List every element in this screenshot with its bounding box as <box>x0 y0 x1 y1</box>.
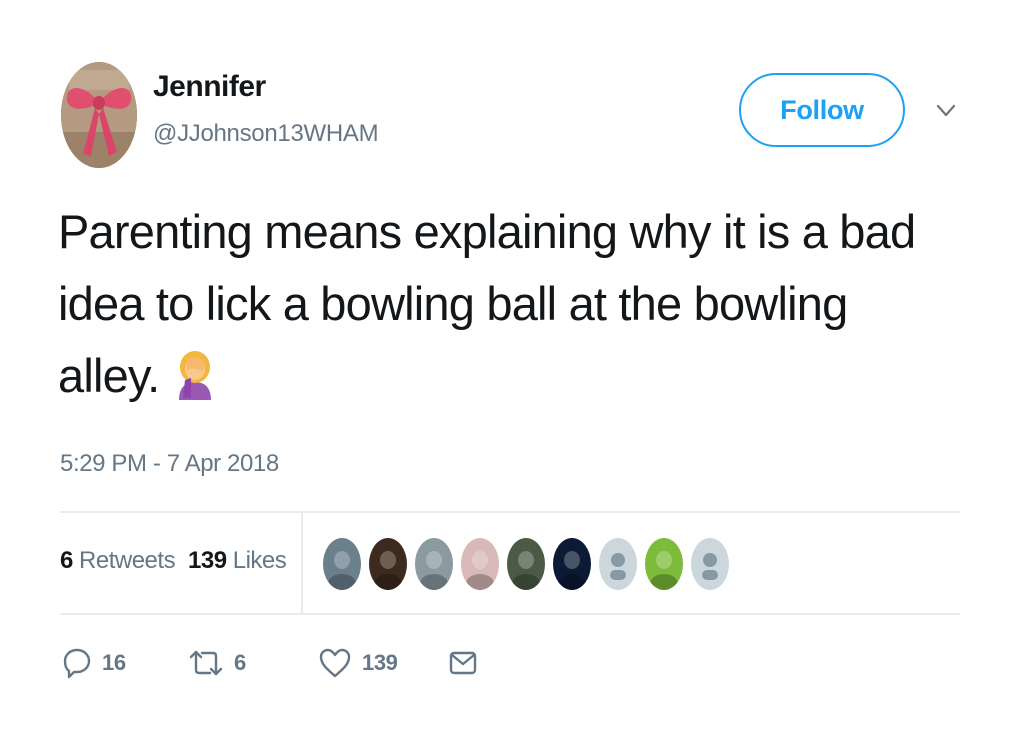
likes-label: Likes <box>232 547 287 574</box>
retweet-button[interactable]: 6 <box>188 640 246 686</box>
follow-button[interactable]: Follow <box>739 73 905 147</box>
chevron-down-icon[interactable] <box>933 102 959 120</box>
liker-avatar-9[interactable] <box>690 537 730 591</box>
like-button[interactable]: 139 <box>318 640 398 686</box>
liker-avatar-7[interactable] <box>598 537 638 591</box>
envelope-icon <box>448 648 478 678</box>
user-handle[interactable]: @JJohnson13WHAM <box>153 120 379 148</box>
liker-avatar-2[interactable] <box>368 537 408 591</box>
tweet-text: Parenting means explaining why it is a b… <box>58 196 958 412</box>
liker-avatar-3[interactable] <box>414 537 454 591</box>
likes-count: 139 <box>188 547 227 574</box>
reply-icon <box>62 647 92 679</box>
reply-count: 16 <box>102 650 126 675</box>
tweet-stats: 6 Retweets 139 Likes <box>60 513 960 613</box>
tweet-timestamp[interactable]: 5:29 PM - 7 Apr 2018 <box>60 450 279 478</box>
likes-stat[interactable]: 139 Likes <box>188 547 287 575</box>
liker-avatar-8[interactable] <box>644 537 684 591</box>
tweet-text-line-2: idea to lick a bowling ball at the bowli… <box>58 277 848 330</box>
retweets-stat[interactable]: 6 Retweets <box>60 547 176 575</box>
retweets-label: Retweets <box>79 547 176 574</box>
liker-avatar-1[interactable] <box>322 537 362 591</box>
reply-button[interactable]: 16 <box>62 640 126 686</box>
user-avatar[interactable] <box>61 62 137 168</box>
liker-avatar-4[interactable] <box>460 537 500 591</box>
user-display-name[interactable]: Jennifer <box>153 70 266 104</box>
divider-bottom <box>60 613 960 615</box>
stats-separator <box>301 513 303 613</box>
bow-picture <box>61 62 137 168</box>
woman-facepalming-emoji-icon <box>173 348 217 400</box>
tweet-actions: 16 6 139 <box>60 640 960 690</box>
liker-avatar-6[interactable] <box>552 537 592 591</box>
retweet-count: 6 <box>234 650 246 675</box>
retweets-count: 6 <box>60 547 73 574</box>
tweet-text-line-1: Parenting means explaining why it is a b… <box>58 205 916 258</box>
direct-message-button[interactable] <box>448 640 478 686</box>
heart-icon <box>318 647 352 679</box>
liker-avatar-5[interactable] <box>506 537 546 591</box>
tweet-card: Jennifer @JJohnson13WHAM Follow Parentin… <box>0 0 1024 750</box>
tweet-text-line-3: alley. <box>58 340 958 412</box>
like-count: 139 <box>362 650 398 675</box>
retweet-icon <box>188 648 224 678</box>
tweet-text-line-3-text: alley. <box>58 349 160 402</box>
